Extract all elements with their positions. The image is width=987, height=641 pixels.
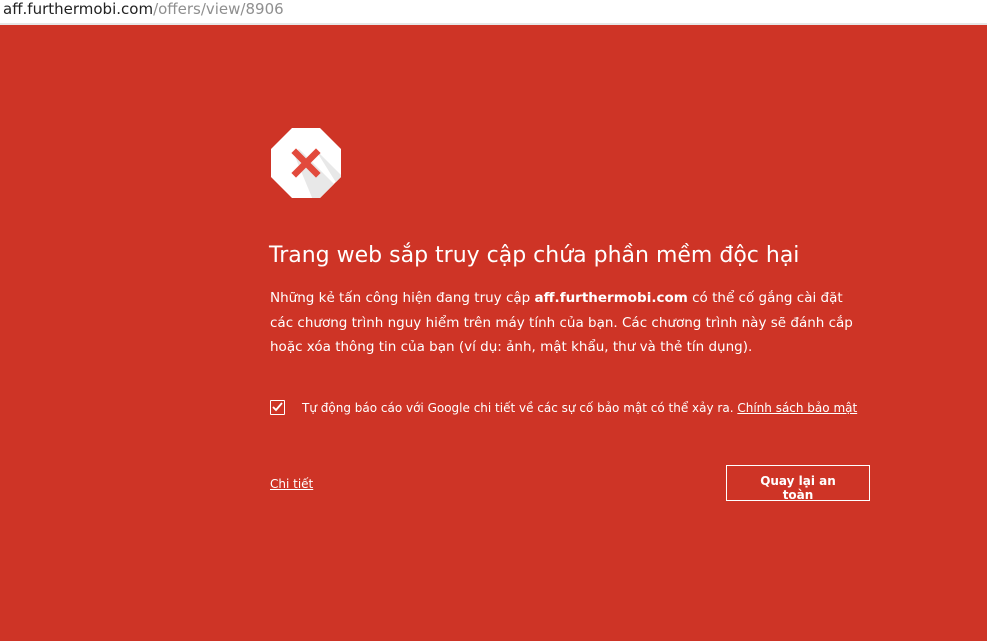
checkmark-icon [272, 402, 283, 412]
url-domain: aff.furthermobi.com [3, 0, 154, 18]
warning-explanation: Những kẻ tấn công hiện đang truy cập aff… [270, 286, 870, 360]
explanation-prefix: Những kẻ tấn công hiện đang truy cập [270, 290, 535, 306]
privacy-policy-link[interactable]: Chính sách bảo mật [737, 401, 857, 415]
report-checkbox[interactable] [270, 400, 285, 415]
explanation-site: aff.furthermobi.com [534, 290, 688, 306]
report-label: Tự động báo cáo với Google chi tiết về c… [302, 400, 857, 416]
address-bar[interactable]: aff.furthermobi.com/offers/view/8906 [0, 0, 987, 25]
report-description: Tự động báo cáo với Google chi tiết về c… [302, 401, 734, 415]
url-path: /offers/view/8906 [153, 0, 284, 18]
details-link[interactable]: Chi tiết [270, 476, 313, 492]
malware-warning-page: Trang web sắp truy cập chứa phần mềm độc… [0, 25, 987, 641]
stop-sign-icon [270, 127, 342, 199]
back-to-safety-button[interactable]: Quay lại an toàn [726, 465, 870, 501]
warning-heading: Trang web sắp truy cập chứa phần mềm độc… [269, 243, 800, 268]
report-option: Tự động báo cáo với Google chi tiết về c… [270, 399, 910, 419]
